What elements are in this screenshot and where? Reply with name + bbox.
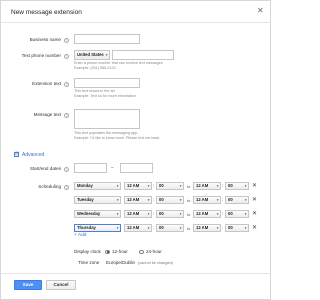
business-name-label: Business name [29, 37, 61, 42]
chevron-down-icon: ▾ [216, 184, 219, 188]
start-date-input[interactable] [74, 163, 107, 173]
phone-hint-2: Example: (201) 555-0123 [74, 65, 116, 70]
chevron-down-icon: ▾ [216, 212, 219, 216]
extension-text-input[interactable] [74, 78, 140, 88]
message-text-hint-2: Example: I'd like to know more. Please t… [74, 135, 161, 140]
time-zone-label: Time zone [78, 260, 100, 265]
remove-schedule-icon[interactable]: ✕ [252, 211, 257, 217]
phone-input[interactable] [112, 50, 174, 60]
chevron-down-icon: ▾ [216, 198, 219, 202]
chevron-down-icon: ▾ [179, 212, 182, 216]
to-label: to [187, 225, 191, 231]
chevron-down-icon: ▾ [116, 198, 119, 202]
extension-text-hint-2: Example: Text us for more information [74, 93, 137, 98]
schedule-start-hour-select-2[interactable]: 12 AM ▾ [124, 196, 152, 204]
schedule-start-minute-select-3[interactable]: 00 ▾ [156, 210, 184, 218]
extension-text-label: Extension text [32, 81, 61, 86]
chevron-down-icon: ▾ [244, 212, 247, 216]
extension-text-help-icon[interactable]: ? [64, 81, 69, 87]
schedule-end-hour-select-2[interactable]: 12 AM ▾ [193, 196, 221, 204]
chevron-down-icon: ▾ [116, 184, 119, 188]
dialog-title: New message extension [11, 9, 82, 16]
to-label: to [187, 197, 191, 203]
schedule-end-hour-select-3[interactable]: 12 AM ▾ [193, 210, 221, 218]
chevron-down-icon: ▾ [216, 226, 219, 230]
message-text-label: Message text [33, 112, 61, 117]
schedule-start-minute-select-2[interactable]: 00 ▾ [156, 196, 184, 204]
header-divider [1, 22, 270, 23]
dates-help-icon[interactable]: ? [64, 166, 69, 172]
to-label: to [187, 211, 191, 217]
chevron-down-icon: ▾ [116, 226, 119, 230]
chevron-down-icon: ▾ [179, 184, 182, 188]
phone-help-icon[interactable]: ? [64, 53, 69, 59]
schedule-end-minute-select-3[interactable]: 00 ▾ [225, 210, 249, 218]
remove-schedule-icon[interactable]: ✕ [252, 197, 257, 203]
radio-24-hour[interactable] [139, 249, 144, 254]
end-date-input[interactable] [120, 163, 153, 173]
schedule-end-minute-select-2[interactable]: 00 ▾ [225, 196, 249, 204]
chevron-down-icon: ▾ [105, 53, 108, 57]
scheduling-label: Scheduling [38, 184, 61, 189]
schedule-end-hour-select-1[interactable]: 12 AM ▾ [193, 182, 221, 190]
business-name-input[interactable] [74, 34, 140, 44]
to-label: to [187, 183, 191, 189]
collapse-icon[interactable]: ⊟ [14, 152, 19, 157]
message-text-help-icon[interactable]: ? [64, 112, 69, 118]
chevron-down-icon: ▾ [116, 212, 119, 216]
scheduling-help-icon[interactable]: ? [64, 184, 69, 190]
schedule-day-select-3[interactable]: Wednesday ▾ [74, 210, 121, 218]
advanced-toggle-link[interactable]: Advanced [22, 152, 44, 158]
schedule-day-select-1[interactable]: Monday ▾ [74, 182, 121, 190]
chevron-down-icon: ▾ [179, 198, 182, 202]
chevron-down-icon: ▾ [179, 226, 182, 230]
date-separator: – [111, 165, 114, 170]
remove-schedule-icon[interactable]: ✕ [252, 183, 257, 189]
message-text-textarea[interactable] [74, 109, 140, 129]
schedule-end-minute-select-4[interactable]: 00 ▾ [225, 224, 249, 232]
chevron-down-icon: ▾ [147, 212, 150, 216]
chevron-down-icon: ▾ [244, 198, 247, 202]
start-end-dates-label: Start/end dates [29, 166, 61, 171]
display-clock-label: Display clock [74, 249, 101, 254]
schedule-end-minute-select-1[interactable]: 00 ▾ [225, 182, 249, 190]
schedule-start-minute-select-1[interactable]: 00 ▾ [156, 182, 184, 190]
chevron-down-icon: ▾ [147, 184, 150, 188]
schedule-day-select-2[interactable]: Tuesday ▾ [74, 196, 121, 204]
business-name-help-icon[interactable]: ? [64, 37, 69, 43]
schedule-day-select-4[interactable]: Thursday ▾ [74, 224, 121, 232]
cancel-button[interactable]: Cancel [46, 280, 76, 290]
chevron-down-icon: ▾ [147, 226, 150, 230]
chevron-down-icon: ▾ [147, 198, 150, 202]
chevron-down-icon: ▾ [244, 184, 247, 188]
footer-divider [1, 273, 270, 274]
schedule-end-hour-select-4[interactable]: 12 AM ▾ [193, 224, 221, 232]
schedule-start-minute-select-4[interactable]: 00 ▾ [156, 224, 184, 232]
new-message-extension-dialog: New message extension ✕ Business name ? … [0, 0, 271, 300]
close-icon[interactable]: ✕ [257, 7, 264, 15]
chevron-down-icon: ▾ [244, 226, 247, 230]
time-zone-note: (cannot be changed) [138, 260, 173, 265]
save-button[interactable]: Save [14, 280, 42, 290]
schedule-start-hour-select-3[interactable]: 12 AM ▾ [124, 210, 152, 218]
time-zone-value: Europe/Dublin [106, 260, 136, 265]
remove-schedule-icon[interactable]: ✕ [252, 225, 257, 231]
schedule-start-hour-select-4[interactable]: 12 AM ▾ [124, 224, 152, 232]
radio-24-hour-label: 24-hour [146, 249, 162, 254]
country-select-value: United States [77, 52, 104, 57]
phone-label: Text phone number [21, 53, 61, 58]
schedule-start-hour-select-1[interactable]: 12 AM ▾ [124, 182, 152, 190]
radio-12-hour-label: 12-hour [112, 249, 128, 254]
country-select[interactable]: United States ▾ [74, 50, 110, 60]
radio-12-hour[interactable] [105, 249, 110, 254]
add-schedule-link[interactable]: + Add [74, 233, 86, 238]
